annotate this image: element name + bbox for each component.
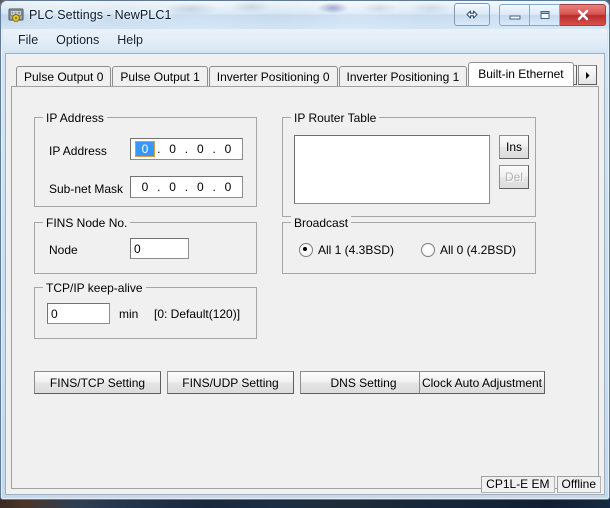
router-table-del-button: Del (499, 165, 529, 189)
scroll-right-icon[interactable] (578, 65, 597, 85)
fins-node-group: FINS Node No. Node 0 (34, 216, 257, 274)
close-button[interactable] (560, 3, 606, 26)
status-pane-connection: Offline (556, 475, 601, 493)
menu-bar: File Options Help (3, 29, 607, 51)
ip-octet-3[interactable]: 0 (191, 142, 209, 156)
ip-separator-3: . (212, 142, 216, 156)
subnet-separator-1: . (157, 180, 161, 194)
keepalive-value: 0 (51, 306, 58, 321)
status-bar: CP1L-E EM Offline (6, 474, 604, 494)
broadcast-option-all0[interactable]: All 0 (4.2BSD) (421, 243, 516, 257)
radio-icon-all1 (299, 243, 313, 257)
subnet-mask-label: Sub-net Mask (49, 182, 124, 196)
broadcast-group: Broadcast All 1 (4.3BSD) All 0 (4.2BSD) (282, 216, 536, 274)
keepalive-hint-label: [0: Default(120)] (154, 307, 241, 321)
resize-toggle-button[interactable] (454, 3, 490, 26)
tab-pulse-output-0[interactable]: Pulse Output 0 (16, 66, 112, 86)
subnet-separator-2: . (184, 180, 189, 194)
caption-button-group (454, 3, 606, 26)
window-title: PLC Settings - NewPLC1 (29, 8, 172, 22)
subnet-octet-3[interactable]: 0 (191, 180, 209, 194)
keepalive-unit-label: min (119, 307, 139, 321)
tcpip-keepalive-legend: TCP/IP keep-alive (43, 281, 146, 295)
ip-octet-4[interactable]: 0 (219, 142, 237, 156)
keepalive-input[interactable]: 0 (47, 303, 110, 324)
fins-node-value: 0 (134, 241, 141, 256)
dns-setting-button[interactable]: DNS Setting (300, 371, 427, 394)
tab-inverter-positioning-0[interactable]: Inverter Positioning 0 (208, 66, 338, 86)
menu-item-file[interactable]: File (9, 31, 47, 49)
client-area: Pulse Output 0 Pulse Output 1 Inverter P… (5, 53, 605, 495)
broadcast-option-all1-label: All 1 (4.3BSD) (318, 243, 395, 257)
status-pane-device: CP1L-E EM (481, 475, 555, 493)
subnet-octet-1[interactable]: 0 (136, 180, 154, 194)
fins-node-group-legend: FINS Node No. (43, 216, 131, 230)
tab-pulse-output-1[interactable]: Pulse Output 1 (112, 66, 208, 86)
fins-node-label: Node (49, 243, 78, 257)
tab-built-in-ethernet[interactable]: Built-in Ethernet (468, 62, 574, 86)
plc-settings-icon (8, 7, 24, 23)
ip-address-group: IP Address IP Address 0 . 0 . 0 . 0 Sub-… (34, 111, 257, 207)
ip-octet-2[interactable]: 0 (164, 142, 182, 156)
ip-router-table-list[interactable] (294, 135, 490, 204)
broadcast-option-all0-label: All 0 (4.2BSD) (440, 243, 517, 257)
minimize-button[interactable] (499, 3, 530, 26)
ip-address-group-legend: IP Address (43, 111, 107, 125)
ip-router-table-legend: IP Router Table (291, 111, 380, 125)
radio-icon-all0 (421, 243, 435, 257)
tab-inverter-positioning-1[interactable]: Inverter Positioning 1 (338, 66, 468, 86)
ip-separator-2: . (184, 142, 189, 156)
tcpip-keepalive-group: TCP/IP keep-alive 0 min [0: Default(120)… (34, 281, 257, 339)
ip-octet-1[interactable]: 0 (134, 141, 155, 157)
fins-udp-setting-button[interactable]: FINS/UDP Setting (167, 371, 294, 394)
menu-item-options[interactable]: Options (47, 31, 108, 49)
tab-strip: Pulse Output 0 Pulse Output 1 Inverter P… (11, 59, 599, 86)
built-in-ethernet-panel: IP Address IP Address 0 . 0 . 0 . 0 Sub-… (11, 86, 599, 489)
broadcast-group-legend: Broadcast (291, 216, 352, 230)
ip-router-table-group: IP Router Table Ins Del (282, 111, 536, 217)
plc-settings-window: PLC Settings - NewPLC1 File Options Help… (0, 0, 610, 500)
subnet-mask-input[interactable]: 0 . 0 . 0 . 0 (130, 176, 243, 198)
tab-list: Pulse Output 0 Pulse Output 1 Inverter P… (16, 62, 575, 86)
ip-address-label: IP Address (49, 144, 107, 158)
fins-tcp-setting-button[interactable]: FINS/TCP Setting (34, 371, 161, 394)
fins-node-input[interactable]: 0 (130, 238, 189, 259)
maximize-button[interactable] (530, 3, 560, 26)
window-title-bar: PLC Settings - NewPLC1 (1, 1, 609, 29)
ip-address-input[interactable]: 0 . 0 . 0 . 0 (130, 138, 243, 160)
ip-separator-1: . (157, 142, 161, 156)
router-table-ins-button[interactable]: Ins (499, 135, 529, 159)
subnet-octet-2[interactable]: 0 (164, 180, 182, 194)
clock-auto-adjustment-button[interactable]: Clock Auto Adjustment (419, 371, 545, 394)
broadcast-option-all1[interactable]: All 1 (4.3BSD) (299, 243, 394, 257)
subnet-separator-3: . (212, 180, 216, 194)
subnet-octet-4[interactable]: 0 (219, 180, 237, 194)
menu-item-help[interactable]: Help (108, 31, 152, 49)
